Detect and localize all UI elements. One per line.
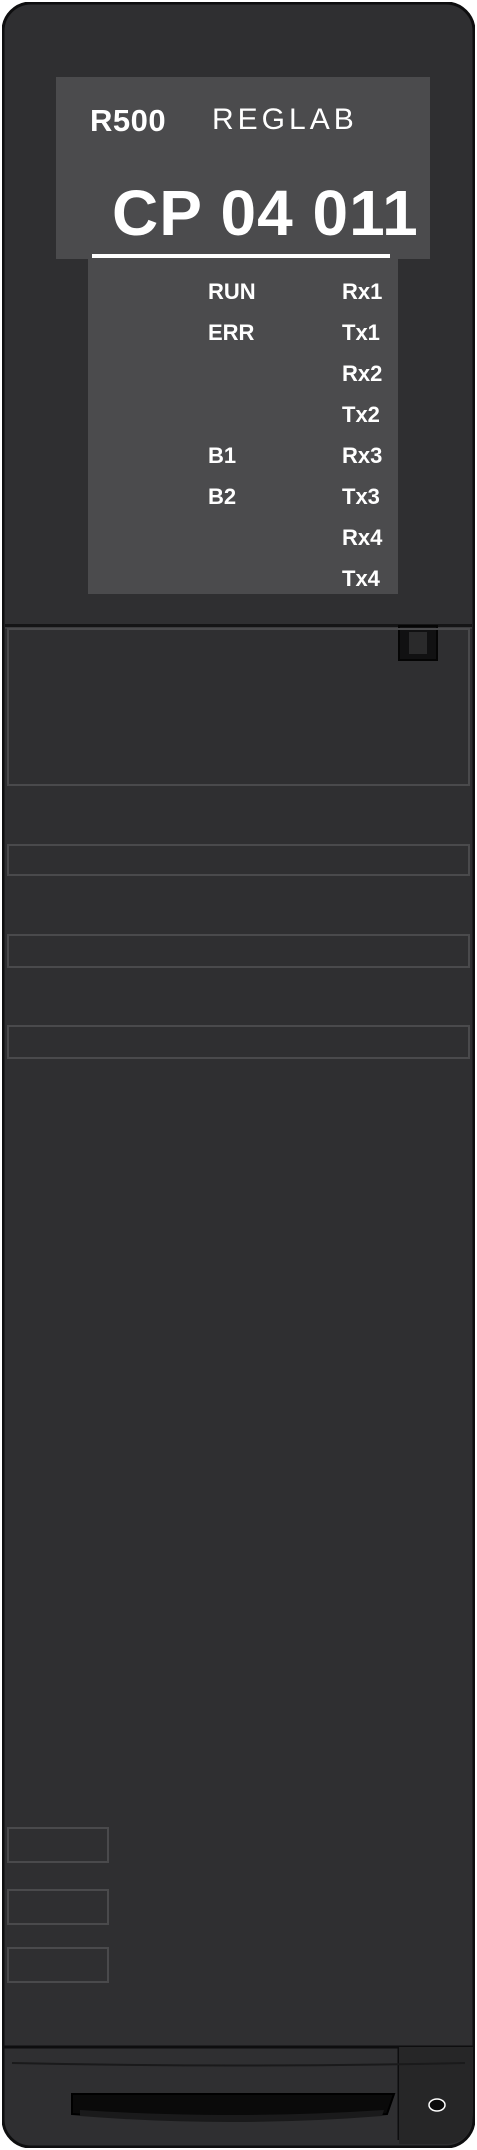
brand-logo: REGLAB: [212, 103, 358, 136]
led-label-tx2: Tx2: [342, 402, 380, 427]
led-label-rx3: Rx3: [342, 443, 383, 468]
led-label-rx1: Rx1: [342, 279, 383, 304]
led-label-run: RUN: [208, 279, 256, 304]
led-label-tx3: Tx3: [342, 484, 380, 509]
led-label-tx1: Tx1: [342, 320, 380, 345]
led-label-rx4: Rx4: [342, 525, 383, 550]
part-number: CP 04 011: [112, 177, 419, 249]
led-label-tx4: Tx4: [342, 566, 380, 591]
device-module: R500 REGLAB CP 04 011 RUN ERR B1 B2 Rx1 …: [2, 2, 475, 2148]
led-label-b2: B2: [208, 484, 237, 509]
led-label-b1: B1: [208, 443, 237, 468]
led-label-rx2: Rx2: [342, 361, 383, 386]
model-label: R500: [90, 103, 167, 138]
led-label-err: ERR: [208, 320, 255, 345]
